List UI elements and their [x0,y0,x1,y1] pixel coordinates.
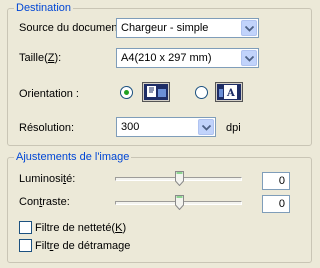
slider-thumb-icon[interactable] [175,171,184,186]
size-select[interactable]: A4(210 x 297 mm) [116,48,259,68]
contrast-label-post: raste: [42,196,70,208]
orientation-portrait-radio[interactable] [120,86,133,99]
resolution-select[interactable]: 300 [116,117,216,137]
portrait-orientation-icon [142,82,170,102]
chevron-down-icon [245,26,254,32]
sharpness-label-post: ) [122,222,127,234]
descreen-label-post: e de détramage [53,240,131,252]
adjustments-legend: Ajustements de l'image [14,150,132,164]
size-value: A4(210 x 297 mm) [121,52,212,64]
brightness-value-field[interactable]: 0 [262,172,290,190]
portrait-orientation-graphic [144,84,168,100]
resolution-value: 300 [121,121,140,133]
radio-selected-dot [124,90,129,95]
source-label: Source du document [19,22,121,34]
size-label-post: ): [54,52,62,64]
descreen-filter-checkbox[interactable] [19,239,32,252]
source-dropdown-button[interactable] [241,20,257,36]
svg-text:A: A [226,88,235,99]
size-label: Taille(Z): [19,51,61,65]
source-value: Chargeur - simple [121,22,209,34]
landscape-orientation-icon: A [215,82,243,102]
destination-legend: Destination [14,1,74,15]
chevron-down-icon [245,56,254,62]
source-select[interactable]: Chargeur - simple [116,18,259,38]
contrast-value-field[interactable]: 0 [262,195,290,213]
descreen-label-pre: Filt [35,240,50,252]
sharpness-filter-checkbox[interactable] [19,221,32,234]
size-dropdown-button[interactable] [241,50,257,66]
resolution-unit: dpi [226,122,241,134]
resolution-dropdown-button[interactable] [198,119,214,135]
sharpness-filter-label: Filtre de netteté(K) [35,221,126,235]
sharpness-label-pre: Filtre de netteté( [35,222,116,234]
orientation-landscape-radio[interactable] [195,86,208,99]
orientation-label: Orientation : [19,88,79,100]
contrast-label: Contraste: [19,195,70,209]
descreen-filter-label: Filtre de détramage [35,239,130,253]
chevron-down-icon [202,125,211,131]
brightness-label-post: é: [66,173,76,185]
size-label-pre: Taille( [19,52,48,64]
slider-thumb-icon[interactable] [175,195,184,210]
resolution-label: Résolution: [19,122,75,134]
contrast-label-pre: Con [19,196,40,208]
brightness-label: Luminosité: [19,172,75,186]
brightness-label-pre: Luminosi [19,173,64,185]
landscape-orientation-graphic: A [217,84,241,100]
